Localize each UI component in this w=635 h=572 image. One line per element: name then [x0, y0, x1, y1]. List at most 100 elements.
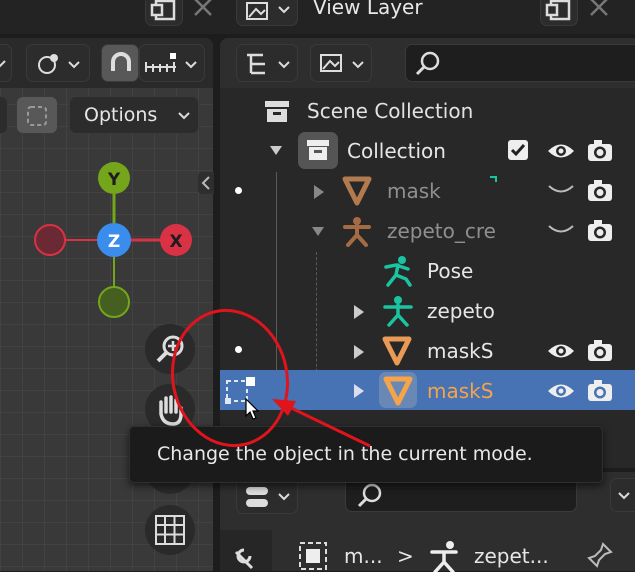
breadcrumb-separator: > [397, 544, 414, 568]
expand-arrow-down-icon[interactable] [310, 225, 326, 239]
axis-neg-y[interactable] [98, 286, 130, 318]
axis-y-label: Y [107, 170, 121, 190]
window-icon [545, 0, 571, 21]
snap-increment-dropdown[interactable] [139, 44, 205, 82]
mesh-icon [382, 336, 412, 366]
snap-toggle[interactable] [101, 44, 139, 82]
properties-tab-strip [220, 530, 272, 571]
outliner-row-pose[interactable]: Pose [220, 251, 635, 291]
image-icon [246, 2, 290, 20]
expand-arrow-right-icon[interactable] [352, 383, 366, 399]
magnet-icon [111, 52, 131, 71]
options-dropdown[interactable]: Options [69, 96, 199, 134]
outliner-row-zepeto-cre[interactable]: zepeto_cre [220, 211, 635, 251]
close-area-icon-right[interactable] [584, 0, 614, 24]
checkmark-icon [510, 144, 526, 157]
zoom-button[interactable] [145, 324, 195, 374]
wrench-icon[interactable] [220, 530, 272, 571]
outliner-row-maskS-2-selected[interactable]: maskS [220, 370, 635, 410]
outliner-search-input[interactable] [405, 44, 635, 82]
dashed-square-icon [27, 106, 47, 126]
camera-icon[interactable] [585, 177, 615, 205]
tooltip-text: Change the object in the current mode. [157, 443, 533, 465]
mesh-icon [342, 176, 372, 206]
camera-icon[interactable] [585, 137, 615, 165]
options-label: Options [84, 104, 158, 126]
breadcrumb-armature: zepet... [474, 544, 549, 568]
grid-icon [155, 515, 185, 545]
link-icon [38, 54, 80, 74]
properties-icon [246, 487, 290, 507]
increment-icon [145, 53, 197, 72]
window-icon [150, 0, 176, 21]
close-area-icon-left[interactable] [188, 0, 218, 24]
zepeto-cre-label: zepeto_cre [387, 219, 496, 243]
scene-collection-icon [265, 101, 289, 122]
eye-closed-icon[interactable] [546, 223, 576, 237]
properties-options-dropdown[interactable] [610, 478, 635, 512]
transform-pivot-dropdown[interactable] [0, 44, 12, 82]
mode-dot[interactable] [235, 187, 242, 194]
navigation-gizmo[interactable]: Y X Z [0, 150, 213, 330]
expand-arrow-right-icon[interactable] [352, 344, 366, 360]
scene-collection-label: Scene Collection [307, 99, 474, 123]
search-icon [357, 483, 382, 508]
sidebar-toggle-arrow[interactable] [198, 172, 214, 194]
snap-mode-button[interactable] [16, 96, 58, 134]
collection-label: Collection [347, 139, 446, 163]
tooltip: Change the object in the current mode. [129, 426, 603, 483]
eye-icon[interactable] [546, 378, 576, 404]
image-icon [320, 54, 364, 72]
snap-target-dropdown[interactable] [26, 44, 90, 82]
maximize-area-button-left[interactable] [145, 0, 183, 26]
ortho-toggle-button[interactable] [145, 505, 195, 555]
mode-dot[interactable] [235, 346, 242, 353]
eye-closed-icon[interactable] [546, 183, 576, 197]
camera-icon[interactable] [585, 217, 615, 245]
outliner-row-maskS-1[interactable]: maskS [220, 331, 635, 371]
maskS-2-label: maskS [427, 379, 494, 403]
outliner-display-mode-dropdown[interactable] [236, 44, 298, 82]
camera-icon[interactable] [585, 337, 615, 365]
outliner-row-zepeto[interactable]: zepeto [220, 291, 635, 331]
mouse-cursor-icon [245, 398, 260, 420]
camera-icon[interactable] [585, 377, 615, 405]
axis-z-label: Z [108, 232, 120, 252]
outliner-row-mask[interactable]: mask [220, 171, 635, 211]
outliner-icon [247, 53, 290, 75]
properties-editor-type-dropdown[interactable] [236, 478, 298, 514]
view-layer-label: View Layer [313, 0, 423, 19]
axis-neg-x[interactable] [34, 224, 66, 256]
collection-row[interactable]: Collection [220, 131, 635, 171]
modifier-icon [490, 176, 497, 182]
expand-arrow-right-icon[interactable] [352, 304, 366, 320]
armature-icon [343, 217, 371, 247]
chevron-left-icon [201, 176, 210, 190]
expand-arrow-right-icon[interactable] [312, 184, 326, 200]
collection-exclude-checkbox[interactable] [508, 140, 528, 160]
expand-arrow-down-icon[interactable] [268, 144, 284, 158]
display-mode-dropdown[interactable] [236, 0, 298, 26]
eye-icon[interactable] [546, 138, 576, 164]
zepeto-label: zepeto [427, 299, 495, 323]
mesh-icon-active [379, 372, 417, 408]
collection-icon [298, 132, 338, 169]
armature-icon [430, 541, 458, 572]
eye-icon[interactable] [546, 338, 576, 364]
mask-label: mask [387, 179, 441, 203]
chevron-down-icon [278, 6, 290, 14]
breadcrumb-mesh: m... [344, 544, 383, 568]
pose-label: Pose [427, 259, 474, 283]
axis-x-label: X [169, 232, 182, 252]
armature-data-icon [383, 296, 413, 327]
search-icon [415, 51, 440, 76]
maximize-area-button-right[interactable] [540, 0, 578, 26]
scene-collection-row[interactable]: Scene Collection [220, 91, 635, 131]
properties-search-input[interactable] [345, 478, 577, 512]
toolbar-toggle[interactable] [0, 96, 8, 134]
view-layer-filter-dropdown[interactable] [310, 44, 372, 82]
pose-icon [384, 256, 412, 287]
mesh-data-icon [299, 542, 327, 570]
zoom-icon [156, 335, 184, 363]
pin-icon[interactable] [585, 540, 615, 570]
